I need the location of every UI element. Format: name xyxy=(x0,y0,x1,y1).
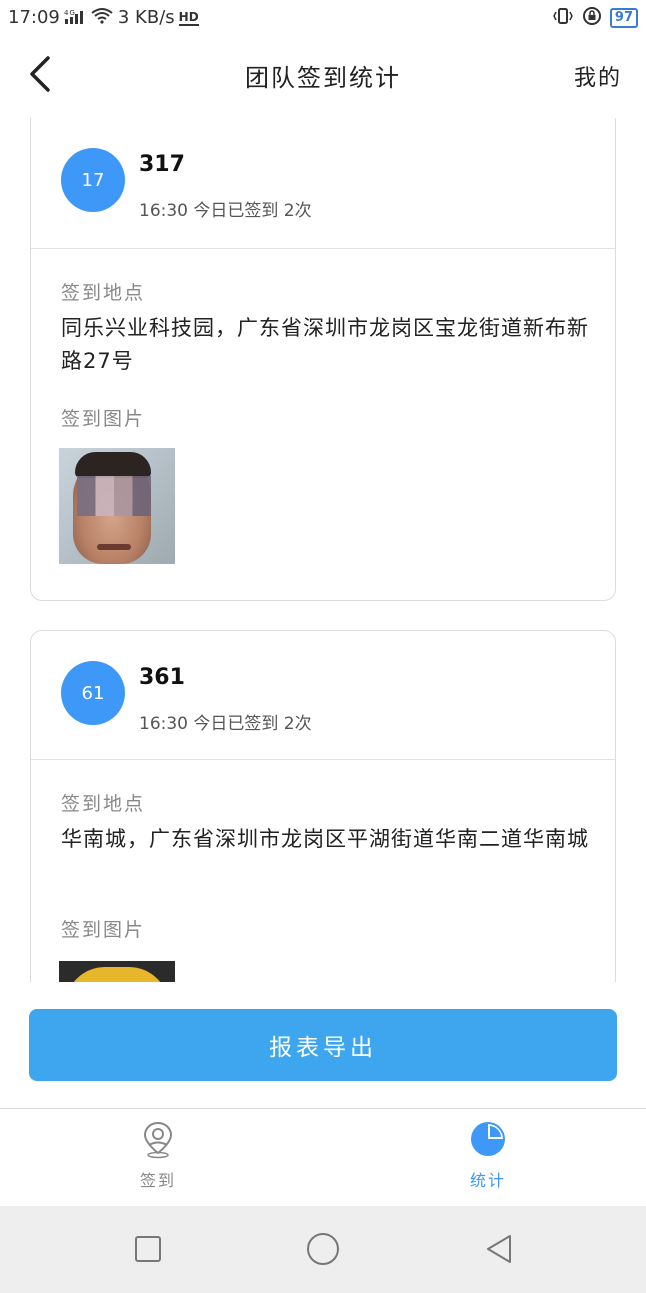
tab-bar: 签到 统计 xyxy=(0,1108,646,1207)
square-icon xyxy=(135,1236,161,1262)
location-label: 签到地点 xyxy=(61,282,146,304)
checkin-list[interactable]: 17 317 16:30 今日已签到 2次 签到地点 同乐兴业科技园，广东省深圳… xyxy=(0,116,646,982)
pie-chart-icon xyxy=(468,1119,508,1159)
blurred-face xyxy=(77,476,151,516)
hd-icon: HD xyxy=(178,9,199,26)
system-nav-bar xyxy=(0,1206,646,1293)
export-report-button[interactable]: 报表导出 xyxy=(29,1009,617,1081)
checkin-address: 华南城，广东省深圳市龙岗区平湖街道华南二道华南城 xyxy=(61,827,589,851)
location-pin-icon xyxy=(138,1119,178,1159)
system-back-button[interactable] xyxy=(482,1232,516,1266)
page-title: 团队签到统计 xyxy=(245,64,401,92)
checkin-card: 61 361 16:30 今日已签到 2次 签到地点 华南城，广东省深圳市龙岗区… xyxy=(30,630,616,982)
tab-checkin-label: 签到 xyxy=(139,1171,176,1190)
wifi-icon xyxy=(90,6,114,29)
status-bar: 17:09 4G 3 KB/s HD 97 xyxy=(0,0,646,36)
checkin-photo[interactable] xyxy=(59,448,175,564)
lock-rotation-icon xyxy=(582,6,602,30)
home-button[interactable] xyxy=(306,1232,340,1266)
status-time: 17:09 xyxy=(8,7,60,28)
tab-stats-label: 统计 xyxy=(469,1171,506,1190)
checkin-card: 17 317 16:30 今日已签到 2次 签到地点 同乐兴业科技园，广东省深圳… xyxy=(30,118,616,601)
signal-icon: 4G xyxy=(64,8,86,28)
photo-label: 签到图片 xyxy=(61,408,146,430)
card-header: 61 361 16:30 今日已签到 2次 xyxy=(31,631,615,760)
circle-icon xyxy=(307,1233,339,1265)
recent-apps-button[interactable] xyxy=(131,1232,165,1266)
photo-label: 签到图片 xyxy=(61,919,146,941)
member-name: 317 xyxy=(139,152,185,177)
avatar: 17 xyxy=(61,148,125,212)
avatar: 61 xyxy=(61,661,125,725)
checkin-address: 同乐兴业科技园，广东省深圳市龙岗区宝龙街道新布新路27号 xyxy=(61,316,589,373)
checkin-photo[interactable] xyxy=(59,961,175,982)
mine-link[interactable]: 我的 xyxy=(574,60,622,92)
card-header: 17 317 16:30 今日已签到 2次 xyxy=(31,118,615,249)
status-left: 17:09 4G 3 KB/s HD xyxy=(8,6,199,29)
app-header: 团队签到统计 我的 xyxy=(0,36,646,116)
member-name: 361 xyxy=(139,665,185,690)
checkin-meta: 16:30 今日已签到 2次 xyxy=(139,714,312,734)
location-label: 签到地点 xyxy=(61,793,146,815)
tab-checkin[interactable]: 签到 xyxy=(98,1119,218,1191)
battery-icon: 97 xyxy=(609,8,638,28)
svg-text:4G: 4G xyxy=(64,9,76,17)
triangle-back-icon xyxy=(487,1235,511,1263)
network-speed: 3 KB/s xyxy=(117,7,175,28)
checkin-meta: 16:30 今日已签到 2次 xyxy=(139,201,312,221)
tab-stats[interactable]: 统计 xyxy=(428,1119,548,1191)
status-right: 97 xyxy=(552,6,638,30)
vibrate-icon xyxy=(552,7,574,29)
